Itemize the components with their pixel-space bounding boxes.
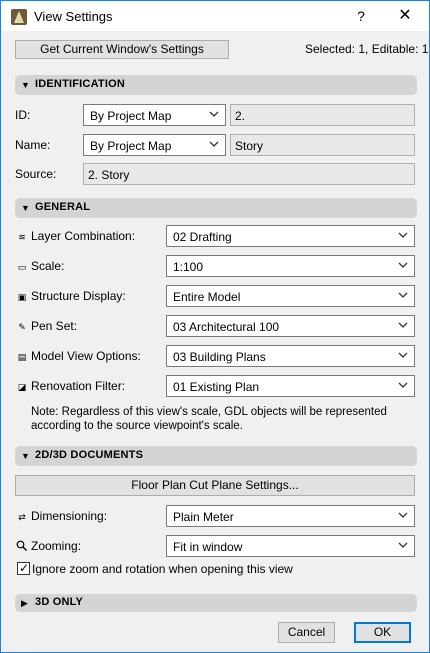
renovation-icon: ◪ [17, 382, 27, 392]
pen-set-select[interactable]: 03 Architectural 100 [166, 315, 415, 337]
checkmark-icon: ✓ [19, 561, 30, 575]
structure-display-value: Entire Model [173, 290, 241, 304]
source-label: Source: [15, 167, 57, 181]
expanded-triangle-icon: ▼ [21, 203, 30, 213]
name-select[interactable]: By Project Map [83, 134, 226, 156]
help-button[interactable]: ? [351, 6, 371, 26]
name-label: Name: [15, 138, 51, 152]
pen-icon: ✎ [18, 322, 26, 332]
section-2d-3d-documents[interactable]: ▼ 2D/3D DOCUMENTS [15, 446, 417, 466]
id-select-value: By Project Map [90, 109, 172, 123]
scale-note-line-2: according to the source viewpoint's scal… [31, 420, 243, 432]
ignore-zoom-checkbox[interactable]: ✓ [17, 561, 30, 575]
chevron-down-icon [398, 262, 408, 268]
pen-set-value: 03 Architectural 100 [173, 320, 280, 334]
chevron-down-icon [398, 542, 408, 548]
dimensioning-value: Plain Meter [173, 510, 234, 524]
scale-value: 1:100 [173, 260, 204, 274]
ruler-icon: ▭ [17, 262, 27, 272]
view-settings-dialog: View Settings ? ✕ Get Current Window's S… [0, 0, 430, 653]
zoom-icon [16, 540, 27, 551]
pen-set-label: Pen Set: [31, 319, 78, 333]
scale-select[interactable]: 1:100 [166, 255, 415, 277]
id-select[interactable]: By Project Map [83, 104, 226, 126]
name-select-value: By Project Map [90, 139, 172, 153]
floor-plan-cut-plane-settings-button[interactable]: Floor Plan Cut Plane Settings... [15, 475, 415, 496]
model-view-options-select[interactable]: 03 Building Plans [166, 345, 415, 367]
scale-note-line-1: Note: Regardless of this view's scale, G… [31, 406, 387, 418]
chevron-down-icon [209, 141, 219, 147]
id-field-value: 2. [235, 109, 246, 123]
section-general-label: GENERAL [35, 201, 91, 213]
dimensioning-icon: ⇄ [18, 512, 26, 522]
model-view-options-value: 03 Building Plans [173, 350, 266, 364]
chevron-down-icon [398, 352, 408, 358]
renovation-filter-value: 01 Existing Plan [173, 380, 260, 394]
layer-combination-select[interactable]: 02 Drafting [166, 225, 415, 247]
chevron-down-icon [398, 512, 408, 518]
model-view-icon: ▤ [17, 352, 27, 362]
section-general[interactable]: ▼ GENERAL [15, 198, 417, 218]
scale-note: Note: Regardless of this view's scale, G… [31, 405, 411, 433]
app-icon [11, 9, 27, 25]
structure-icon: ▣ [17, 292, 27, 302]
section-3d-only-label: 3D ONLY [35, 596, 84, 608]
chevron-down-icon [398, 292, 408, 298]
layer-combination-value: 02 Drafting [173, 230, 232, 244]
expanded-triangle-icon: ▼ [21, 80, 30, 90]
structure-display-select[interactable]: Entire Model [166, 285, 415, 307]
scale-label: Scale: [31, 259, 65, 273]
name-field-value: Story [235, 139, 264, 153]
ok-button[interactable]: OK [354, 622, 411, 643]
collapsed-triangle-icon: ▶ [21, 598, 28, 608]
ignore-zoom-label[interactable]: Ignore zoom and rotation when opening th… [32, 562, 293, 576]
get-current-window-settings-button[interactable]: Get Current Window's Settings [15, 40, 229, 59]
selection-status: Selected: 1, Editable: 1 [305, 42, 429, 56]
close-button[interactable]: ✕ [393, 5, 417, 27]
zooming-select[interactable]: Fit in window [166, 535, 415, 557]
layers-icon: ≋ [18, 232, 26, 242]
chevron-down-icon [209, 111, 219, 117]
chevron-down-icon [398, 382, 408, 388]
window-title: View Settings [34, 9, 113, 24]
section-identification[interactable]: ▼ IDENTIFICATION [15, 75, 417, 95]
section-3d-only[interactable]: ▶ 3D ONLY [15, 594, 417, 612]
chevron-down-icon [398, 232, 408, 238]
renovation-filter-select[interactable]: 01 Existing Plan [166, 375, 415, 397]
section-identification-label: IDENTIFICATION [35, 78, 125, 90]
dimensioning-label: Dimensioning: [31, 509, 108, 523]
cancel-button[interactable]: Cancel [278, 622, 335, 643]
layer-combination-label: Layer Combination: [31, 229, 136, 243]
model-view-options-label: Model View Options: [31, 349, 141, 363]
title-bar[interactable]: View Settings ? ✕ [1, 1, 429, 31]
renovation-filter-label: Renovation Filter: [31, 379, 126, 393]
zooming-value: Fit in window [173, 540, 243, 554]
zooming-label: Zooming: [31, 539, 82, 553]
section-2d-3d-documents-label: 2D/3D DOCUMENTS [35, 449, 144, 461]
name-field: Story [230, 134, 415, 156]
expanded-triangle-icon: ▼ [21, 451, 30, 461]
id-label: ID: [15, 108, 31, 122]
dimensioning-select[interactable]: Plain Meter [166, 505, 415, 527]
source-field: 2. Story [83, 163, 415, 185]
structure-display-label: Structure Display: [31, 289, 126, 303]
source-field-value: 2. Story [88, 168, 130, 182]
chevron-down-icon [398, 322, 408, 328]
id-field: 2. [230, 104, 415, 126]
